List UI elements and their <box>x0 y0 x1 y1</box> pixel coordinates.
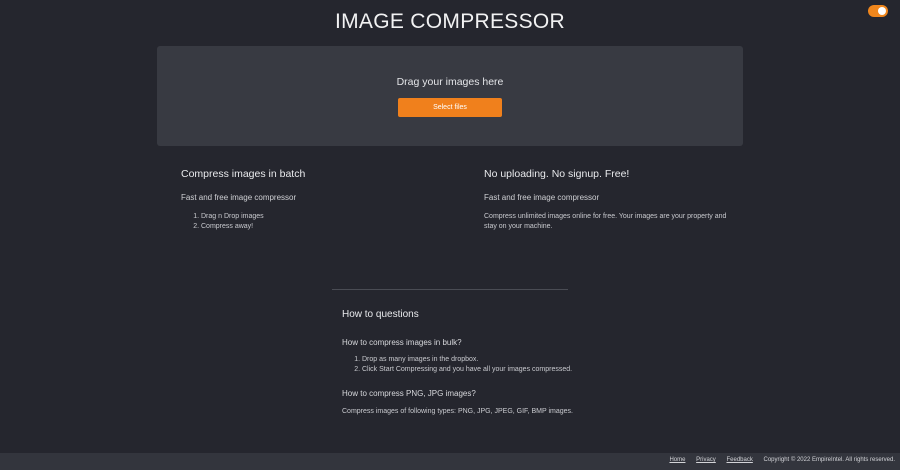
feature-free: No uploading. No signup. Free! Fast and … <box>484 168 734 232</box>
image-dropzone[interactable]: Drag your images here Select files <box>157 46 743 146</box>
footer-copyright: Copyright © 2022 EmpireIntel. All rights… <box>763 457 895 463</box>
feature-free-title: No uploading. No signup. Free! <box>484 168 630 180</box>
footer-link-home[interactable]: Home <box>669 457 685 463</box>
list-item: Drag n Drop images <box>201 212 441 222</box>
feature-batch-title: Compress images in batch <box>181 168 306 180</box>
dropzone-prompt: Drag your images here <box>396 76 504 88</box>
list-item: Click Start Compressing and you have all… <box>362 365 642 375</box>
faq-question-formats: How to compress PNG, JPG images? <box>342 389 476 398</box>
faq-answer-formats: Compress images of following types: PNG,… <box>342 408 573 415</box>
feature-free-text: Compress unlimited images online for fre… <box>484 213 727 230</box>
select-files-button[interactable]: Select files <box>398 98 502 117</box>
page-title: IMAGE COMPRESSOR <box>335 10 565 33</box>
feature-free-subtitle: Fast and free image compressor <box>484 193 600 202</box>
list-item: Drop as many images in the dropbox. <box>362 355 642 365</box>
footer: Home Privacy Feedback Copyright © 2022 E… <box>0 453 900 470</box>
feature-batch-subtitle: Fast and free image compressor <box>181 193 297 202</box>
feature-batch: Compress images in batch Fast and free i… <box>181 168 441 232</box>
footer-content: Home Privacy Feedback Copyright © 2022 E… <box>669 457 895 463</box>
footer-link-feedback[interactable]: Feedback <box>726 457 752 463</box>
footer-link-privacy[interactable]: Privacy <box>696 457 716 463</box>
faq-title: How to questions <box>342 309 419 320</box>
feature-batch-steps: Drag n Drop images Compress away! <box>181 212 441 232</box>
section-divider <box>332 289 568 290</box>
faq-bulk-steps: Drop as many images in the dropbox. Clic… <box>342 355 642 375</box>
list-item: Compress away! <box>201 222 441 232</box>
faq-section: How to questions How to compress images … <box>342 309 642 415</box>
faq-question-bulk: How to compress images in bulk? <box>342 338 462 347</box>
